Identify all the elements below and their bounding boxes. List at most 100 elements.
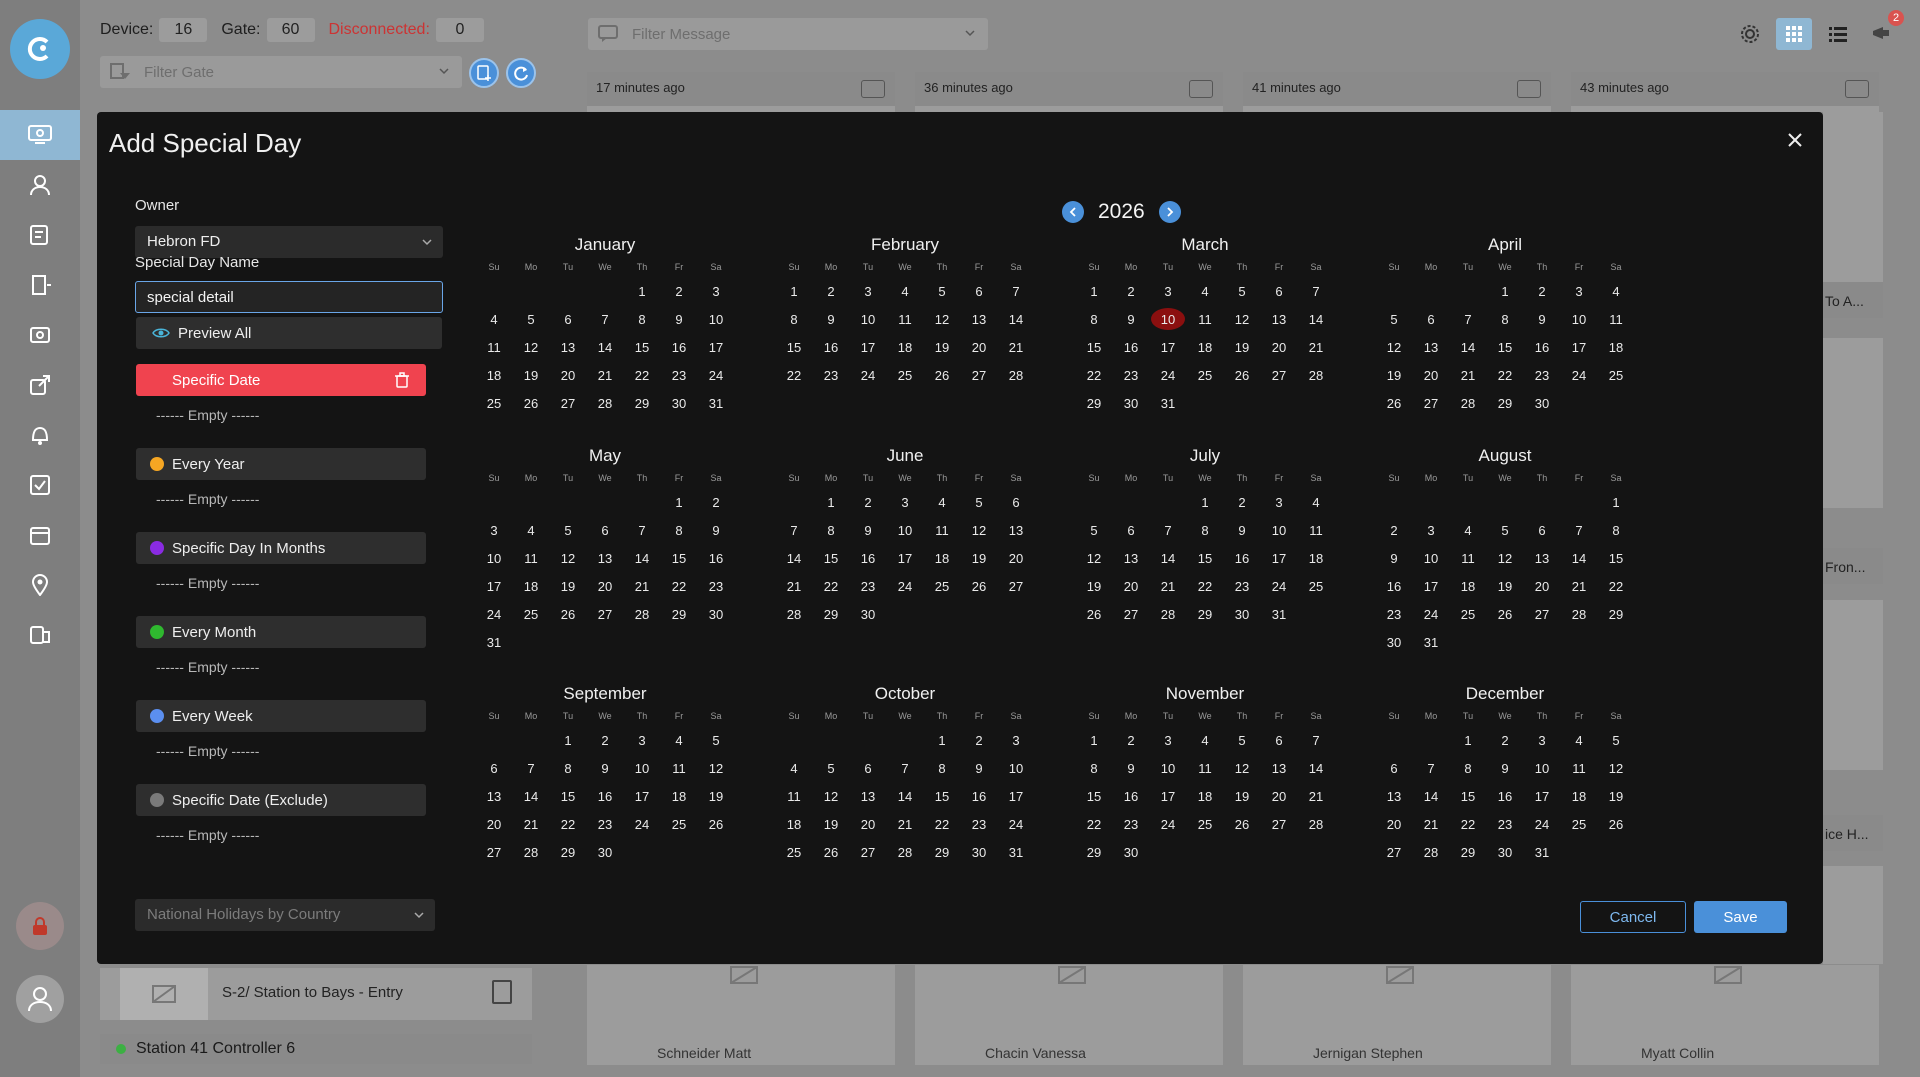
calendar-day[interactable]: 20 (1524, 575, 1561, 597)
calendar-day[interactable]: 27 (476, 841, 513, 863)
national-holidays-select[interactable]: National Holidays by Country (135, 899, 435, 931)
calendar-day[interactable]: 18 (1561, 785, 1598, 807)
calendar-day[interactable]: 31 (998, 841, 1035, 863)
calendar-day[interactable]: 3 (1524, 729, 1561, 751)
calendar-day[interactable]: 13 (550, 336, 587, 358)
calendar-day[interactable]: 4 (661, 729, 698, 751)
calendar-day[interactable]: 29 (661, 603, 698, 625)
calendar-day[interactable]: 20 (850, 813, 887, 835)
calendar-day[interactable]: 17 (476, 575, 513, 597)
calendar-day[interactable]: 1 (1487, 280, 1524, 302)
calendar-day[interactable]: 1 (924, 729, 961, 751)
calendar-day[interactable]: 21 (1450, 364, 1487, 386)
calendar-day[interactable]: 8 (1487, 308, 1524, 330)
calendar-day[interactable]: 2 (698, 491, 735, 513)
category-3[interactable]: Every Month (136, 616, 426, 648)
calendar-day[interactable]: 9 (1524, 308, 1561, 330)
calendar-day[interactable]: 6 (1413, 308, 1450, 330)
calendar-day-today[interactable]: 10 (1151, 308, 1185, 330)
calendar-day[interactable]: 18 (887, 336, 924, 358)
monitor-icon[interactable] (0, 110, 80, 160)
calendar-day[interactable]: 29 (550, 841, 587, 863)
gate-card[interactable]: 17 minutes ago (587, 72, 895, 112)
calendar-day[interactable]: 21 (1150, 575, 1187, 597)
calendar-day[interactable]: 7 (998, 280, 1035, 302)
calendar-day[interactable]: 18 (1598, 336, 1635, 358)
calendar-day[interactable]: 15 (661, 547, 698, 569)
calendar-day[interactable]: 1 (1076, 729, 1113, 751)
calendar-day[interactable]: 12 (1076, 547, 1113, 569)
calendar-day[interactable]: 10 (1413, 547, 1450, 569)
calendar-day[interactable]: 25 (924, 575, 961, 597)
calendar-day[interactable]: 3 (887, 491, 924, 513)
calendar-day[interactable]: 16 (1224, 547, 1261, 569)
calendar-day[interactable]: 14 (624, 547, 661, 569)
trash-icon[interactable] (394, 372, 410, 392)
calendar-day[interactable]: 4 (887, 280, 924, 302)
calendar-day[interactable]: 4 (1187, 729, 1224, 751)
user-icon[interactable] (0, 160, 80, 210)
calendar-day[interactable]: 18 (776, 813, 813, 835)
calendar-day[interactable]: 30 (587, 841, 624, 863)
calendar-day[interactable]: 24 (698, 364, 735, 386)
calendar-day[interactable]: 20 (961, 336, 998, 358)
calendar-day[interactable]: 8 (1598, 519, 1635, 541)
calendar-day[interactable]: 31 (1150, 392, 1187, 414)
calendar-day[interactable]: 18 (1187, 785, 1224, 807)
calendar-day[interactable]: 13 (1261, 757, 1298, 779)
calendar-day[interactable]: 21 (1298, 785, 1335, 807)
calendar-day[interactable]: 11 (776, 785, 813, 807)
calendar-day[interactable]: 10 (1261, 519, 1298, 541)
calendar-day[interactable]: 16 (850, 547, 887, 569)
calendar-day[interactable]: 4 (1598, 280, 1635, 302)
calendar-day[interactable]: 3 (850, 280, 887, 302)
calendar-day[interactable]: 10 (698, 308, 735, 330)
calendar-day[interactable]: 5 (1224, 729, 1261, 751)
calendar-day[interactable]: 5 (1076, 519, 1113, 541)
calendar-day[interactable]: 31 (1413, 631, 1450, 653)
calendar-day[interactable]: 28 (1298, 813, 1335, 835)
calendar-day[interactable]: 13 (1524, 547, 1561, 569)
calendar-day[interactable]: 18 (513, 575, 550, 597)
calendar-day[interactable]: 4 (1561, 729, 1598, 751)
calendar-day[interactable]: 24 (1524, 813, 1561, 835)
calendar-day[interactable]: 23 (587, 813, 624, 835)
calendar-day[interactable]: 22 (1450, 813, 1487, 835)
calendar-day[interactable]: 23 (1487, 813, 1524, 835)
calendar-day[interactable]: 23 (1524, 364, 1561, 386)
calendar-day[interactable]: 6 (587, 519, 624, 541)
calendar-day[interactable]: 3 (476, 519, 513, 541)
calendar-day[interactable]: 30 (1487, 841, 1524, 863)
calendar-day[interactable]: 3 (698, 280, 735, 302)
gate-card[interactable]: 43 minutes ago (1571, 72, 1879, 112)
calendar-day[interactable]: 27 (1113, 603, 1150, 625)
calendar-day[interactable]: 12 (550, 547, 587, 569)
calendar-day[interactable]: 13 (587, 547, 624, 569)
calendar-day[interactable]: 6 (961, 280, 998, 302)
calendar-day[interactable]: 24 (998, 813, 1035, 835)
calendar-day[interactable]: 24 (1561, 364, 1598, 386)
calendar-day[interactable]: 18 (924, 547, 961, 569)
calendar-day[interactable]: 26 (1487, 603, 1524, 625)
calendar-day[interactable]: 10 (476, 547, 513, 569)
calendar-day[interactable]: 27 (1413, 392, 1450, 414)
calendar-day[interactable]: 28 (1413, 841, 1450, 863)
calendar-day[interactable]: 27 (550, 392, 587, 414)
calendar-day[interactable]: 23 (850, 575, 887, 597)
calendar-day[interactable]: 30 (961, 841, 998, 863)
calendar-day[interactable]: 4 (476, 308, 513, 330)
calendar-day[interactable]: 2 (587, 729, 624, 751)
preview-all-button[interactable]: Preview All (136, 317, 442, 349)
calendar-day[interactable]: 21 (1561, 575, 1598, 597)
calendar-day[interactable]: 14 (1413, 785, 1450, 807)
calendar-day[interactable]: 1 (1598, 491, 1635, 513)
calendar-day[interactable]: 27 (1524, 603, 1561, 625)
calendar-day[interactable]: 2 (1524, 280, 1561, 302)
save-button[interactable]: Save (1694, 901, 1787, 933)
calendar-day[interactable]: 21 (1298, 336, 1335, 358)
calendar-day[interactable]: 25 (1298, 575, 1335, 597)
special-day-name-input[interactable]: special detail (135, 281, 443, 313)
calendar-day[interactable]: 12 (1224, 757, 1261, 779)
calendar-day[interactable]: 18 (1450, 575, 1487, 597)
calendar-day[interactable]: 29 (1487, 392, 1524, 414)
